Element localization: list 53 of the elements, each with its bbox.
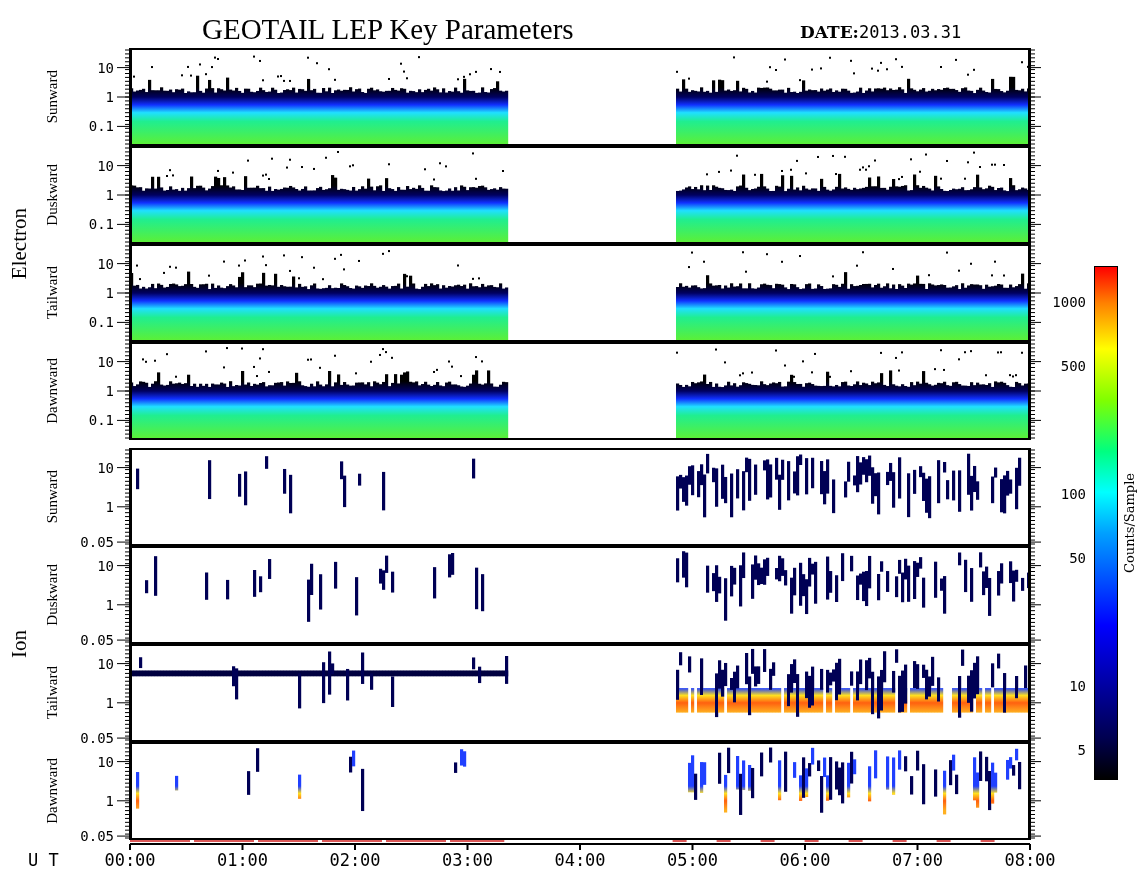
y-tick-label: 1: [105, 695, 114, 710]
x-tick-label: 02:00: [329, 850, 381, 870]
y-tick-label: 10: [97, 354, 114, 369]
group-label: Ion: [6, 630, 32, 658]
group-label: Electron: [6, 208, 32, 280]
y-tick-label: 1: [105, 286, 114, 300]
x-tick-label: 05:00: [666, 850, 719, 870]
x-tick-label: 08:00: [1004, 850, 1056, 870]
y-tick-label: 10: [97, 558, 114, 573]
colorbar-title: Counts/Sample: [1121, 473, 1137, 573]
y-tick-label: 0.1: [88, 315, 114, 330]
y-tick-label: 10: [97, 460, 114, 475]
panel-label: Dawnward: [43, 358, 61, 424]
colorbar-tick-label: 50: [1069, 550, 1086, 565]
y-tick-label: 1: [105, 90, 114, 104]
panel-label: Tailward: [43, 666, 61, 720]
panel-label: Sunward: [43, 70, 61, 124]
panel-label: Duskward: [43, 564, 61, 626]
x-tick-label: 04:00: [554, 850, 606, 870]
colorbar-tick-label: 1000: [1052, 294, 1086, 309]
y-tick-label: 1: [105, 499, 114, 514]
colorbar-tick-label: 100: [1060, 487, 1086, 502]
panel-label: Tailward: [43, 266, 61, 320]
y-tick-label: 0.05: [80, 535, 114, 550]
y-tick-label: 1: [105, 384, 114, 398]
colorbar-tick-label: 500: [1060, 359, 1086, 374]
x-tick-label: 07:00: [891, 850, 944, 870]
panel-label: Dawnward: [43, 758, 61, 824]
y-tick-label: 10: [97, 256, 114, 271]
x-tick-label: 03:00: [441, 850, 494, 870]
y-tick-label: 0.05: [80, 731, 114, 746]
y-tick-label: 0.1: [88, 119, 114, 134]
date-label: DATE:2013.03.31: [800, 22, 962, 44]
x-tick-label: 00:00: [104, 850, 156, 870]
y-tick-label: 0.05: [80, 633, 114, 648]
y-tick-label: 1: [105, 188, 114, 202]
x-tick-label: 01:00: [216, 850, 269, 870]
colorbar-tick-label: 5: [1077, 743, 1086, 758]
y-tick-label: 10: [97, 754, 114, 769]
y-tick-label: 0.1: [88, 413, 114, 428]
x-tick-label: 06:00: [779, 850, 831, 870]
plot-title: GEOTAIL LEP Key Parameters: [202, 13, 575, 46]
colorbar-tick-label: 10: [1069, 678, 1086, 693]
y-tick-label: 1: [105, 793, 114, 808]
x-axis-label: U T: [28, 850, 59, 870]
y-tick-label: 0.05: [80, 829, 114, 844]
y-tick-label: 10: [97, 656, 114, 671]
y-tick-label: 10: [97, 158, 114, 173]
y-tick-label: 0.1: [88, 217, 114, 232]
panel-label: Duskward: [43, 164, 61, 226]
panel-label: Sunward: [43, 470, 61, 524]
y-tick-label: 10: [97, 60, 114, 75]
y-tick-label: 1: [105, 597, 114, 612]
